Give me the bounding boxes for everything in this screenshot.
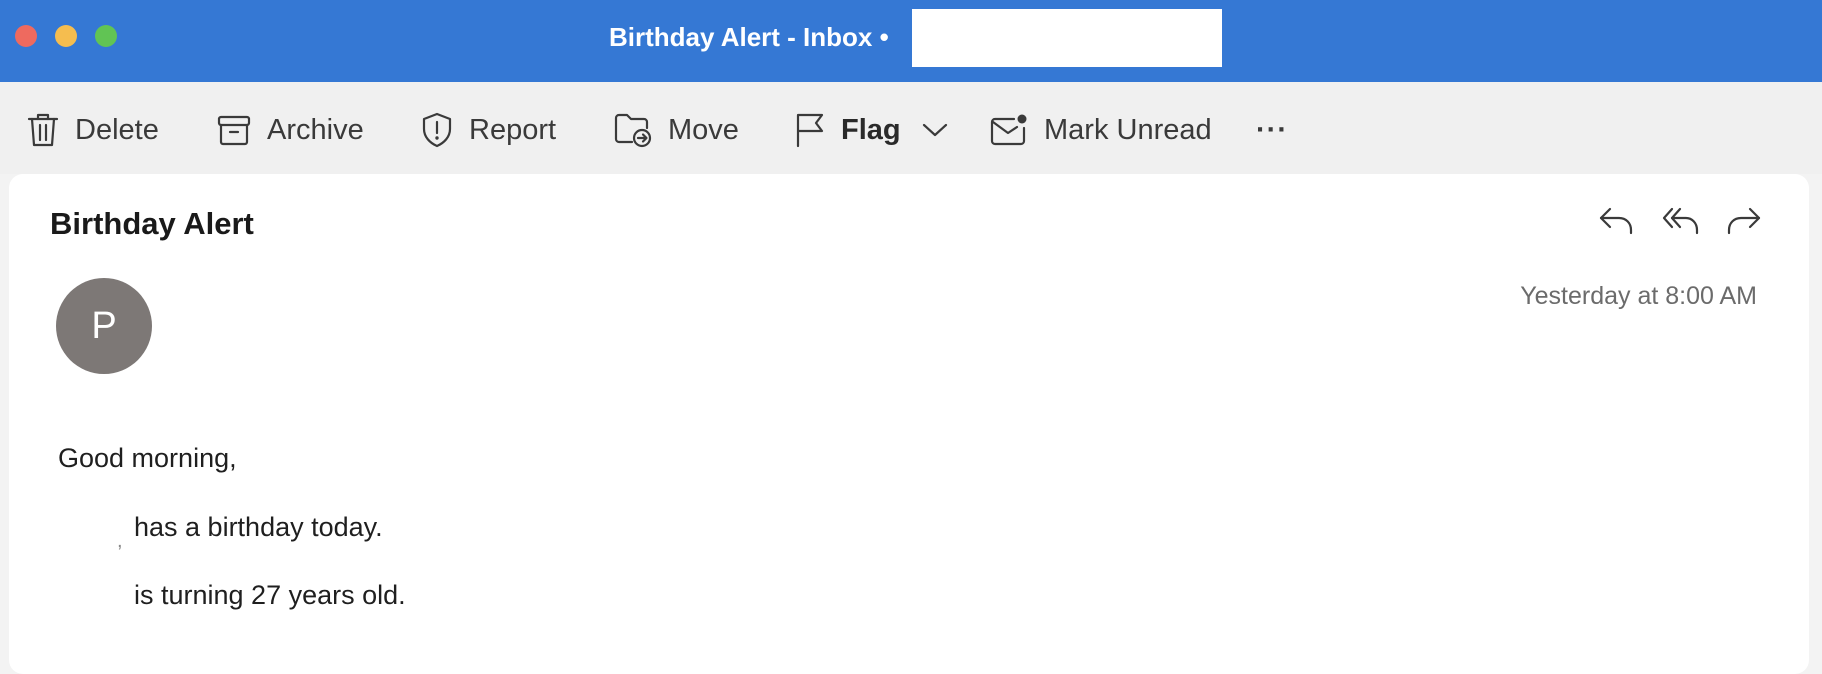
- body-greeting: Good morning,: [58, 443, 237, 473]
- reply-button[interactable]: [1598, 205, 1634, 242]
- message-subject: Birthday Alert: [50, 206, 254, 241]
- shield-alert-icon: [421, 112, 453, 148]
- minimize-window-button[interactable]: [55, 25, 77, 47]
- redaction-remnant: ,: [117, 530, 123, 552]
- envelope-dot-icon: [990, 113, 1028, 147]
- avatar[interactable]: P: [56, 278, 152, 374]
- forward-button[interactable]: [1726, 205, 1762, 242]
- flag-button[interactable]: Flag: [795, 106, 901, 154]
- body-line-birthday: has a birthday today.: [134, 512, 383, 542]
- redacted-block: [912, 9, 1222, 67]
- reply-all-button[interactable]: [1662, 205, 1700, 242]
- archive-box-icon: [217, 114, 251, 146]
- toolbar: Delete Archive Report Move Flag Mark Unr…: [0, 82, 1822, 174]
- more-icon: ···: [1256, 113, 1288, 146]
- chevron-down-icon: [922, 122, 948, 138]
- delete-label: Delete: [75, 113, 159, 146]
- move-label: Move: [668, 113, 739, 146]
- window-title: Birthday Alert - Inbox •: [609, 22, 889, 52]
- move-button[interactable]: Move: [614, 106, 739, 154]
- more-actions-button[interactable]: ···: [1256, 106, 1288, 154]
- folder-move-icon: [614, 112, 652, 148]
- maximize-window-button[interactable]: [95, 25, 117, 47]
- flag-label: Flag: [841, 113, 901, 146]
- flag-options-button[interactable]: [922, 106, 948, 154]
- archive-label: Archive: [267, 113, 364, 146]
- title-bar: Birthday Alert - Inbox •: [0, 0, 1822, 82]
- body-line-age: is turning 27 years old.: [134, 580, 406, 610]
- reply-icon: [1598, 207, 1634, 241]
- message-timestamp: Yesterday at 8:00 AM: [1520, 282, 1757, 310]
- flag-icon: [795, 112, 825, 148]
- close-window-button[interactable]: [15, 25, 37, 47]
- report-button[interactable]: Report: [421, 106, 556, 154]
- delete-button[interactable]: Delete: [27, 106, 159, 154]
- mark-unread-label: Mark Unread: [1044, 113, 1212, 146]
- forward-icon: [1726, 207, 1762, 241]
- report-label: Report: [469, 113, 557, 146]
- mark-unread-button[interactable]: Mark Unread: [990, 106, 1212, 154]
- reply-all-icon: [1662, 207, 1700, 241]
- archive-button[interactable]: Archive: [217, 106, 364, 154]
- trash-icon: [27, 112, 59, 148]
